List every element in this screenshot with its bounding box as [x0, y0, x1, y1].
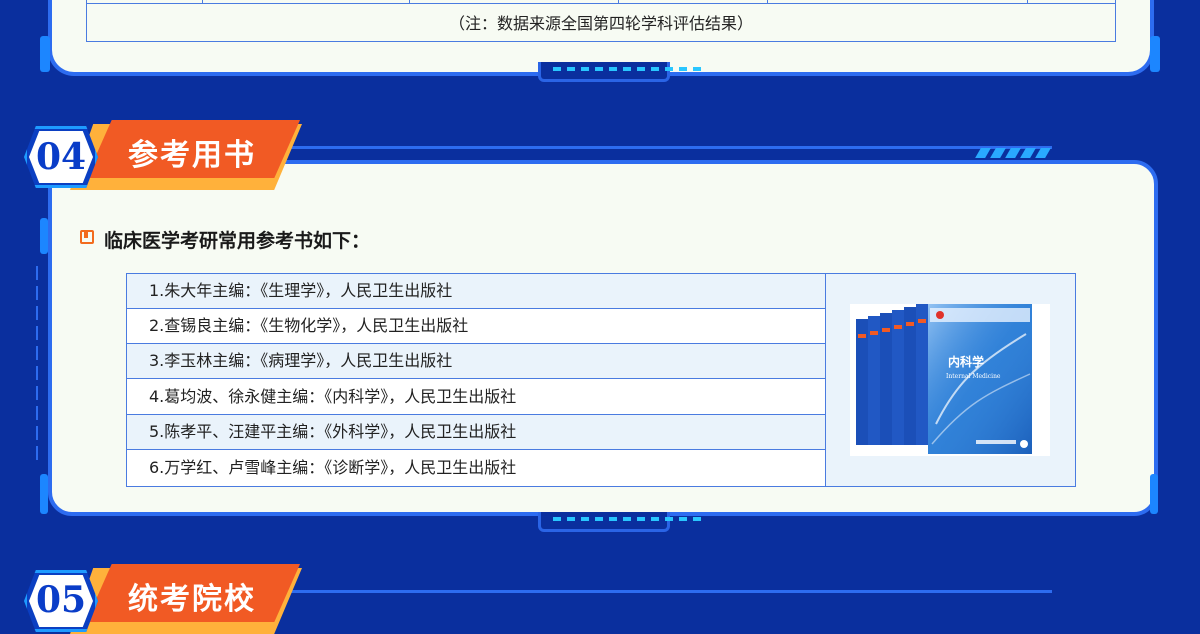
- section-number: 04: [35, 136, 87, 178]
- left-bracket-decoration: [40, 474, 48, 514]
- book-list: 1.朱大年主编：《生理学》，人民卫生出版社 2.查锡良主编：《生物化学》，人民卫…: [127, 274, 825, 486]
- section-title: 参考用书: [128, 138, 256, 173]
- section-number: 05: [35, 579, 87, 621]
- cover-title: 内科学: [948, 354, 984, 369]
- table-column-line: [618, 0, 619, 3]
- bookmark-icon: [80, 230, 94, 244]
- textbook-stack-illustration: 内科学 Internal Medicine: [850, 304, 1050, 456]
- book-row-6: 6.万学红、卢雪峰主编：《诊断学》，人民卫生出版社: [149, 458, 517, 477]
- side-dashed-line: [36, 266, 38, 466]
- book-row-2: 2.查锡良主编：《生物化学》，人民卫生出版社: [127, 309, 825, 344]
- book-row-3: 3.李玉林主编：《病理学》，人民卫生出版社: [127, 344, 825, 379]
- book-row-1: 1.朱大年主编：《生理学》，人民卫生出版社: [127, 274, 825, 309]
- section-title: 统考院校: [128, 582, 256, 617]
- table-row-separator: [87, 3, 1115, 4]
- section-number-badge-inner: 05: [29, 575, 93, 627]
- table-column-line: [767, 0, 768, 3]
- right-bracket-decoration: [1150, 474, 1158, 514]
- cover-subtitle: Internal Medicine: [946, 373, 1001, 380]
- reference-books-intro: 临床医学考研常用参考书如下：: [104, 230, 371, 252]
- textbook-stack-image: 内科学 Internal Medicine: [826, 274, 1075, 486]
- table-column-line: [202, 0, 203, 3]
- reference-books-table: 1.朱大年主编：《生理学》，人民卫生出版社 2.查锡良主编：《生物化学》，人民卫…: [126, 273, 1076, 487]
- panel-tab-decoration: [538, 62, 701, 82]
- table-column-line: [1027, 0, 1028, 3]
- left-bracket-decoration: [40, 36, 50, 72]
- table-column-line: [409, 0, 410, 3]
- notes-table: （注：数据来源全国第四轮学科评估结果）: [86, 0, 1116, 42]
- header-rule: [280, 590, 1052, 593]
- right-bracket-decoration: [1150, 36, 1160, 72]
- data-source-note: （注：数据来源全国第四轮学科评估结果）: [448, 14, 753, 33]
- header-dash-decoration: [975, 148, 1051, 158]
- left-bracket-decoration: [40, 218, 48, 254]
- header-rule: [280, 146, 1052, 149]
- book-row-4: 4.葛均波、徐永健主编：《内科学》，人民卫生出版社: [127, 380, 825, 415]
- book-row-5: 5.陈孝平、汪建平主编：《外科学》，人民卫生出版社: [127, 415, 825, 450]
- panel-tab-decoration: [538, 512, 701, 532]
- section-number-badge-inner: 04: [29, 131, 93, 183]
